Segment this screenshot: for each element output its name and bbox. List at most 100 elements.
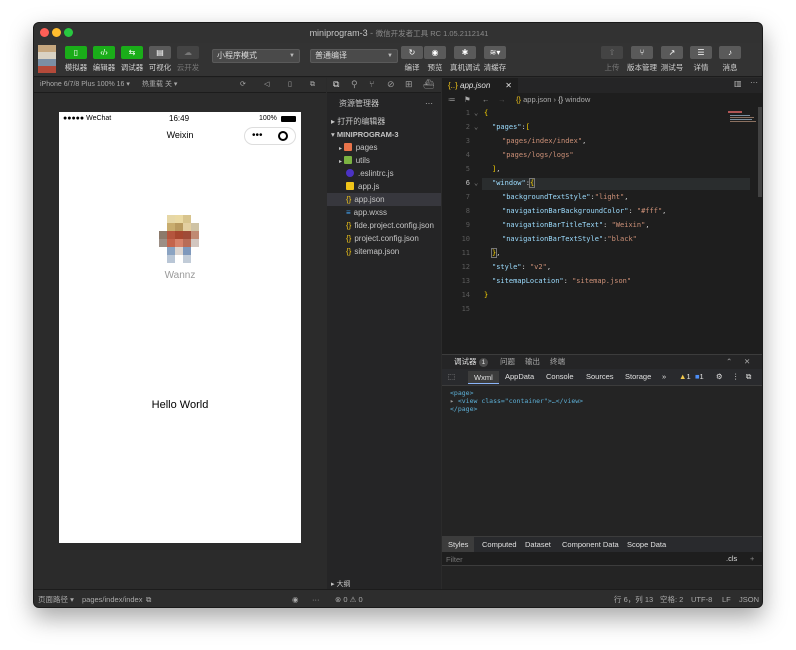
details-button[interactable]: ☰ 详情 (689, 46, 713, 73)
file-item-app-wxss[interactable]: ≡ app.wxss (327, 206, 441, 219)
remote-debug-button[interactable]: ✱ 真机调试 (450, 46, 480, 73)
close-capsule-icon[interactable] (278, 131, 288, 141)
close-panel-icon[interactable]: ✕ (744, 355, 750, 369)
fold-chevron-icon[interactable]: ⌄ (474, 123, 478, 131)
encoding[interactable]: UTF-8 (691, 590, 712, 607)
files-icon[interactable]: ⧉ (333, 79, 339, 90)
tab-wxml[interactable]: Wxml (468, 371, 499, 384)
version-button[interactable]: ⑂ 版本管理 (627, 46, 657, 73)
add-rule-icon[interactable]: + (750, 552, 754, 566)
file-item-sitemap[interactable]: {} sitemap.json (327, 245, 441, 258)
clear-cache-button[interactable]: ≋▾ 清缓存 (483, 46, 507, 73)
undock-icon[interactable]: ⧉ (746, 369, 751, 385)
minimize-window-button[interactable] (52, 28, 61, 37)
test-account-button[interactable]: ↗ 测试号 (660, 46, 684, 73)
copy-icon[interactable]: ⧉ (146, 590, 151, 607)
capsule-menu[interactable]: ••• (244, 127, 296, 145)
list-icon[interactable]: ≔ (448, 93, 456, 107)
breadcrumb-file[interactable]: {} app.json › {} window (516, 93, 590, 107)
tab-styles[interactable]: Styles (442, 537, 475, 552)
eye-icon[interactable]: ◉ (292, 590, 299, 607)
project-section[interactable]: ▾ MINIPROGRAM-3 (327, 128, 441, 141)
file-item-fide-config[interactable]: {} fide.project.config.json (327, 219, 441, 232)
back-icon[interactable]: ← (482, 93, 490, 107)
line-endings[interactable]: LF (722, 590, 731, 607)
user-avatar[interactable] (38, 45, 56, 73)
language-mode[interactable]: JSON (739, 590, 759, 607)
debugger-button[interactable]: ⇆ 调试器 (120, 46, 144, 73)
simulator-button[interactable]: ▯ 模拟器 (64, 46, 88, 73)
file-item-app-json[interactable]: {} app.json (327, 193, 441, 206)
collapse-panel-icon[interactable]: ⌃ (726, 355, 732, 369)
inspect-icon[interactable]: ⬚ (448, 369, 455, 385)
file-item-pages[interactable]: ▸ pages (327, 141, 441, 154)
cloud-button[interactable]: ☁ 云开发 (176, 46, 200, 73)
wxml-tree[interactable]: <page> ▸ <view class="container">…</view… (442, 386, 762, 536)
file-item-eslintrc[interactable]: .eslintrc.js (327, 167, 441, 180)
tab-problems[interactable]: 问题 (500, 355, 515, 369)
wxml-node-view[interactable]: ▸ <view class="container">…</view> (450, 397, 583, 405)
cls-toggle[interactable]: .cls (726, 552, 737, 566)
cursor-position[interactable]: 行 6，列 13 (614, 590, 653, 607)
rotate-icon[interactable]: ⟳ (240, 78, 246, 92)
device-select[interactable]: iPhone 6/7/8 Plus 100% 16 ▾ (40, 78, 130, 92)
file-item-app-js[interactable]: app.js (327, 180, 441, 193)
extensions-icon[interactable]: ⊞ (405, 79, 413, 90)
code-content[interactable]: {"pages":["pages/index/index", "pages/log… (484, 107, 666, 299)
more-icon[interactable]: ··· (312, 590, 320, 607)
maximize-window-button[interactable] (64, 28, 73, 37)
split-editor-icon[interactable]: ▥ (734, 79, 742, 88)
volume-icon[interactable]: ◁ (264, 78, 269, 92)
upload-button[interactable]: ⇧ 上传 (600, 46, 624, 73)
code-editor[interactable]: 1 2 3 4 5 6 7 8 9 10 11 12 13 14 15 ⌄ ⌄ … (442, 107, 762, 354)
tab-computed[interactable]: Computed (482, 537, 517, 552)
minimap[interactable] (724, 107, 762, 257)
outline-section[interactable]: ▸ 大纲 (327, 581, 441, 589)
forward-icon[interactable]: → (498, 93, 506, 107)
tab-terminal[interactable]: 终端 (550, 355, 565, 369)
search-icon[interactable]: ⚲ (351, 79, 358, 90)
styles-filter-input[interactable] (446, 553, 716, 565)
tab-scope-data[interactable]: Scope Data (627, 537, 666, 552)
messages-count[interactable]: ■1 (695, 369, 704, 385)
debug-run-icon[interactable]: ⊘ (387, 79, 395, 90)
tab-sources[interactable]: Sources (586, 369, 614, 385)
wxml-node-page-open[interactable]: <page> (450, 389, 473, 397)
more-tabs-icon[interactable]: » (662, 369, 666, 385)
fold-chevron-icon[interactable]: ⌄ (474, 109, 478, 117)
close-icon[interactable]: ✕ (505, 78, 512, 93)
file-item-utils[interactable]: ▸ utils (327, 154, 441, 167)
problems-summary[interactable]: ⊗ 0 ⚠ 0 (335, 590, 363, 607)
expand-arrow-icon[interactable]: ▸ (450, 397, 454, 405)
tab-app-json[interactable]: {..} app.json ✕ (442, 78, 518, 93)
visual-button[interactable]: ▤ 可视化 (148, 46, 172, 73)
more-dots-icon[interactable]: ••• (252, 130, 263, 142)
compile-mode-select[interactable]: 普通编译 ▼ (310, 49, 398, 63)
mode-select[interactable]: 小程序模式 ▼ (212, 49, 300, 63)
bookmark-icon[interactable]: ⚑ (464, 93, 471, 107)
git-icon[interactable]: ⑂ (369, 79, 374, 89)
tab-storage[interactable]: Storage (625, 369, 651, 385)
tab-output[interactable]: 输出 (525, 355, 540, 369)
page-path-select[interactable]: 页面路径 ▾ (38, 590, 74, 607)
more-icon[interactable]: ··· (750, 78, 758, 87)
wxml-node-page-close[interactable]: </page> (450, 405, 477, 413)
tab-console[interactable]: Console (546, 369, 574, 385)
tab-appdata[interactable]: AppData (505, 369, 534, 385)
open-editors-section[interactable]: ▸ 打开的编辑器 (327, 115, 441, 128)
editor-button[interactable]: ‹/› 编辑器 (92, 46, 116, 73)
tab-debugger[interactable]: 调试器 1 (454, 355, 489, 369)
gear-icon[interactable]: ⚙ (716, 369, 723, 385)
docker-icon[interactable]: ⛴ (423, 79, 434, 90)
file-item-project-config[interactable]: {} project.config.json (327, 232, 441, 245)
kebab-menu-icon[interactable]: ⋮ (732, 369, 740, 385)
tab-component-data[interactable]: Component Data (562, 537, 619, 552)
tab-dataset[interactable]: Dataset (525, 537, 551, 552)
more-icon[interactable]: ··· (425, 97, 433, 110)
close-window-button[interactable] (40, 28, 49, 37)
detach-icon[interactable]: ⧉ (310, 78, 315, 92)
hot-reload-toggle[interactable]: 热重载 关 ▾ (142, 78, 177, 92)
fold-chevron-icon[interactable]: ⌄ (474, 179, 478, 187)
phone-frame-icon[interactable]: ▯ (288, 78, 292, 92)
indentation[interactable]: 空格: 2 (660, 590, 683, 607)
